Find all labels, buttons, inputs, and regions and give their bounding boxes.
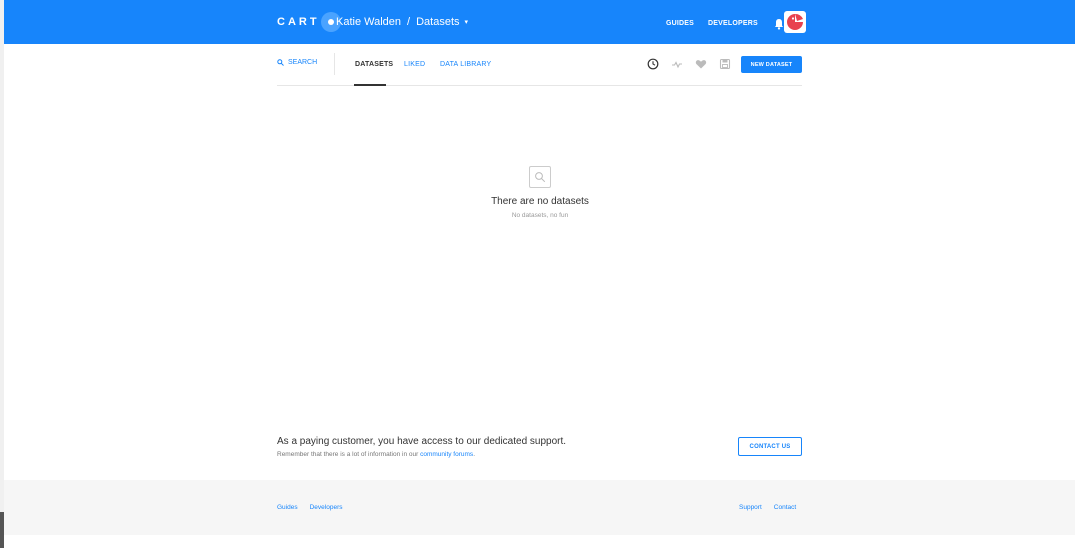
- filter-icons: [647, 58, 731, 70]
- avatar[interactable]: [784, 11, 806, 33]
- heart-icon[interactable]: [695, 58, 707, 70]
- community-forums-link[interactable]: community forums: [420, 451, 473, 458]
- carto-logo[interactable]: CART: [277, 12, 341, 32]
- top-links: GUIDES DEVELOPERS: [666, 17, 784, 30]
- empty-state-subtitle: No datasets, no fun: [511, 212, 569, 219]
- footer-support-link[interactable]: Support: [739, 504, 762, 511]
- divider: [334, 53, 335, 75]
- support-text: Remember that there is a lot of informat…: [277, 451, 566, 458]
- empty-state: There are no datasets No datasets, no fu…: [440, 166, 640, 219]
- footer-links-right: Support Contact: [739, 504, 796, 511]
- clock-icon[interactable]: [647, 58, 659, 70]
- search-button[interactable]: SEARCH: [277, 59, 317, 66]
- active-tab-indicator: [354, 84, 386, 86]
- guides-link[interactable]: GUIDES: [666, 20, 694, 27]
- top-navbar: CART Katie Walden / Datasets ▾ GUIDES DE…: [4, 0, 1075, 44]
- breadcrumb-section[interactable]: Datasets: [416, 16, 459, 28]
- page: CART Katie Walden / Datasets ▾ GUIDES DE…: [0, 0, 1075, 548]
- support-text-after: .: [473, 451, 475, 458]
- bell-icon[interactable]: [774, 17, 784, 30]
- breadcrumb-separator: /: [407, 16, 411, 28]
- avatar-icon: [787, 13, 803, 30]
- empty-search-icon: [529, 166, 551, 188]
- empty-state-title: There are no datasets: [491, 196, 589, 207]
- new-dataset-button[interactable]: NEW DATASET: [741, 56, 802, 73]
- footer-contact-link[interactable]: Contact: [774, 504, 796, 511]
- support-text-before: Remember that there is a lot of informat…: [277, 451, 419, 458]
- chevron-down-icon[interactable]: ▾: [465, 18, 469, 26]
- logo-text: CART: [277, 16, 320, 28]
- search-icon: [277, 59, 284, 66]
- support-title: As a paying customer, you have access to…: [277, 436, 567, 447]
- search-label: SEARCH: [288, 59, 318, 66]
- window-edge: [0, 0, 4, 548]
- tab-liked[interactable]: LIKED: [404, 61, 425, 68]
- breadcrumb[interactable]: Katie Walden / Datasets ▾: [336, 16, 468, 28]
- tab-datasets[interactable]: DATASETS: [355, 61, 393, 68]
- contact-us-button[interactable]: CONTACT US: [738, 437, 802, 456]
- breadcrumb-user[interactable]: Katie Walden: [336, 16, 401, 28]
- sub-navigation: SEARCH DATASETS LIKED DATA LIBRARY NEW D…: [277, 53, 802, 86]
- footer-guides-link[interactable]: Guides: [277, 504, 298, 511]
- save-icon[interactable]: [719, 58, 731, 70]
- tab-data-library[interactable]: DATA LIBRARY: [440, 61, 491, 68]
- developers-link[interactable]: DEVELOPERS: [708, 20, 758, 27]
- footer: Guides Developers Support Contact: [4, 480, 1075, 535]
- support-section: As a paying customer, you have access to…: [277, 436, 566, 458]
- footer-developers-link[interactable]: Developers: [310, 504, 343, 511]
- activity-icon[interactable]: [671, 58, 683, 70]
- footer-links-left: Guides Developers: [277, 504, 343, 511]
